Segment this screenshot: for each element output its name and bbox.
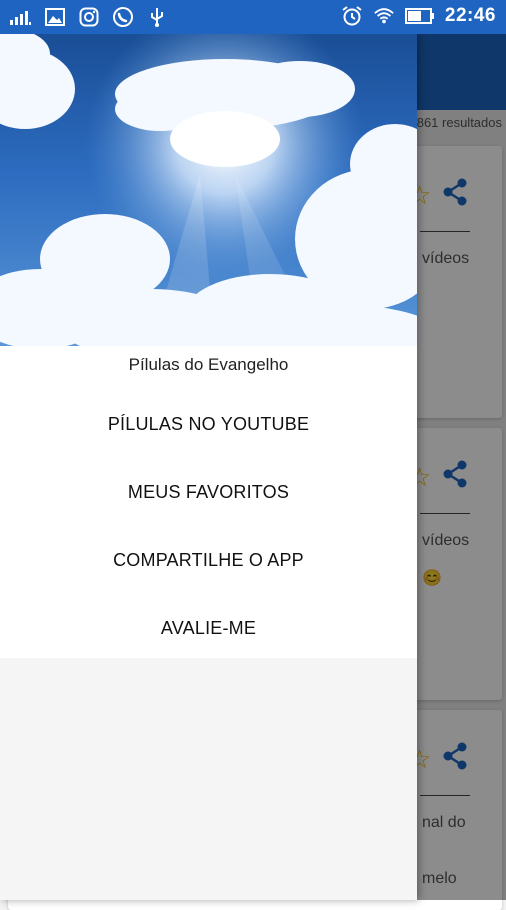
menu-item-youtube[interactable]: PÍLULAS NO YOUTUBE xyxy=(0,390,417,458)
app-title: Pílulas do Evangelho xyxy=(128,355,289,374)
menu-item-share-app[interactable]: COMPARTILHE O APP xyxy=(0,526,417,594)
wifi-icon xyxy=(373,5,395,27)
gallery-icon xyxy=(44,6,66,28)
drawer-menu: PÍLULAS NO YOUTUBE MEUS FAVORITOS COMPAR… xyxy=(0,384,417,658)
battery-icon xyxy=(404,5,435,27)
sky-clouds-image xyxy=(0,34,417,346)
instagram-icon xyxy=(78,6,100,28)
menu-item-favorites[interactable]: MEUS FAVORITOS xyxy=(0,458,417,526)
navigation-drawer: Pílulas do Evangelho PÍLULAS NO YOUTUBE … xyxy=(0,34,417,900)
usb-icon xyxy=(146,6,168,28)
clock-time: 22:46 xyxy=(444,5,496,26)
menu-item-rate[interactable]: AVALIE-ME xyxy=(0,594,417,662)
whatsapp-icon xyxy=(112,6,134,28)
alarm-icon xyxy=(341,5,363,27)
drawer-header-bar: Pílulas do Evangelho xyxy=(0,346,417,384)
status-bar: 22:46 xyxy=(0,0,506,34)
signal-icon xyxy=(10,6,32,28)
